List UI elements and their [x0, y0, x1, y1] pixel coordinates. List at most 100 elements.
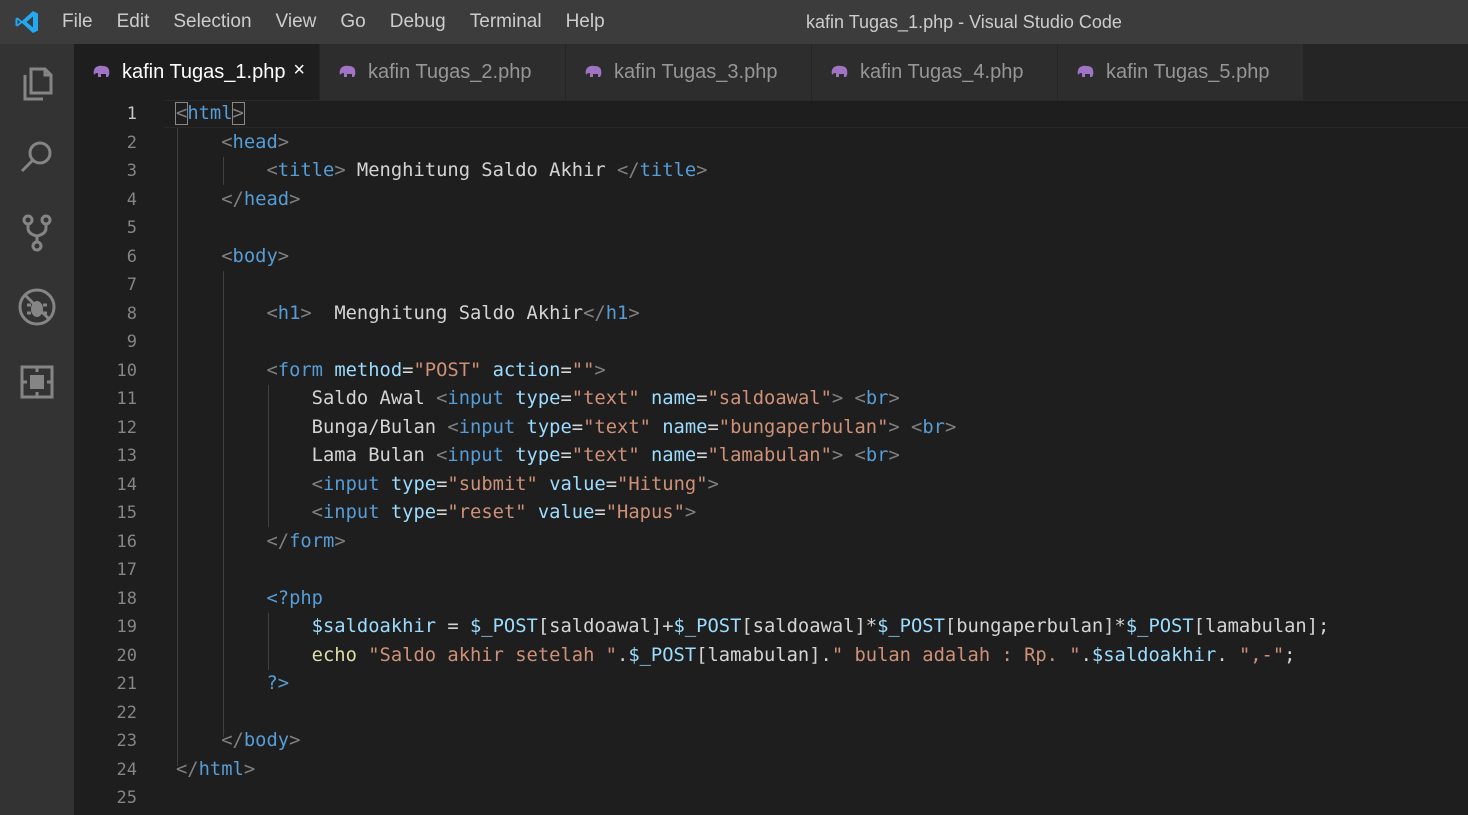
code-line[interactable]: echo "Saldo akhir setelah ".$_POST[lamab… [176, 642, 1296, 671]
code-token: < [447, 416, 459, 438]
code-token: input [447, 388, 504, 409]
code-token: form [289, 530, 335, 552]
code-line[interactable]: <title> Menghitung Saldo Akhir </title> [176, 157, 707, 186]
code-token: body [232, 245, 278, 267]
line-number: 7 [126, 275, 137, 295]
line-number: 1 [126, 104, 137, 124]
code-line[interactable]: </form> [176, 528, 345, 557]
tab-label: kafin Tugas_3.php [614, 60, 778, 83]
code-token: = [436, 616, 470, 637]
code-line[interactable]: <h1> Menghitung Saldo Akhir</h1> [176, 300, 639, 329]
code-line[interactable]: <head> [176, 129, 289, 158]
line-number: 23 [116, 731, 137, 751]
line-number: 17 [116, 560, 137, 580]
code-token: "text" [571, 445, 640, 466]
code-line[interactable]: Bunga/Bulan <input type="text" name="bun… [176, 414, 957, 443]
tab-tugas-5[interactable]: kafin Tugas_5.php [1058, 44, 1304, 100]
code-token: < [436, 445, 448, 466]
code-token: > [243, 758, 256, 780]
code-token: > [231, 102, 245, 125]
code-line[interactable]: ?> [176, 670, 289, 699]
code-token: input [458, 416, 516, 438]
line-number: 11 [116, 389, 137, 409]
debug-icon[interactable] [15, 285, 59, 329]
title-bar: File Edit Selection View Go Debug Termin… [0, 0, 1468, 44]
code-token: < [176, 245, 233, 267]
code-token: <?php [176, 587, 323, 609]
line-number: 5 [126, 218, 137, 238]
tab-label: kafin Tugas_5.php [1106, 60, 1270, 83]
code-token: $_POST [1125, 616, 1194, 637]
code-token: = [696, 445, 708, 466]
extensions-icon[interactable] [15, 360, 59, 404]
code-token: value [549, 473, 606, 495]
code-token: < [174, 102, 189, 125]
code-line[interactable]: </html> [176, 756, 255, 785]
code-line[interactable]: <body> [176, 243, 289, 272]
code-token: $_POST [628, 644, 697, 666]
line-number: 6 [126, 246, 137, 267]
search-icon[interactable] [15, 135, 59, 179]
code-token: = [560, 359, 572, 381]
tab-tugas-1[interactable]: kafin Tugas_1.php × [74, 44, 320, 100]
code-token: echo [176, 644, 357, 666]
code-token: < [911, 416, 923, 438]
line-number: 14 [116, 474, 137, 495]
source-control-icon[interactable] [15, 210, 59, 254]
code-token: [saldoawal]+ [537, 616, 674, 637]
code-line[interactable]: <html> [174, 100, 245, 129]
code-token: < [436, 388, 448, 409]
code-line[interactable]: <input type="reset" value="Hapus"> [176, 499, 697, 528]
code-token: > [334, 160, 346, 181]
code-line[interactable]: </body> [176, 727, 300, 756]
code-token: > [594, 359, 606, 381]
close-icon[interactable]: × [293, 59, 305, 82]
code-token: < [854, 388, 866, 409]
tab-tugas-2[interactable]: kafin Tugas_2.php [320, 44, 566, 100]
code-token: = [402, 359, 414, 381]
php-elephant-icon [339, 65, 356, 77]
code-token: </ [617, 160, 640, 181]
code-token: = [436, 473, 448, 495]
code-token: $_POST [470, 616, 538, 637]
code-editor[interactable]: 1 2 3 4 5 6 7 8 9 10 11 12 13 14 15 16 17 18 19 20 21 22 23 24 2… [74, 100, 1468, 815]
code-line[interactable]: <input type="submit" value="Hitung"> [176, 471, 719, 500]
code-token: < [176, 302, 278, 324]
code-token: type [515, 445, 561, 466]
code-token: title [277, 160, 335, 181]
tab-label: kafin Tugas_2.php [368, 60, 532, 83]
code-line[interactable]: $saldoakhir = $_POST[saldoawal]+$_POST[s… [176, 613, 1330, 642]
code-token: < [176, 131, 233, 153]
line-number: 10 [116, 360, 137, 381]
explorer-icon[interactable] [15, 61, 59, 105]
code-token: html [198, 758, 244, 780]
code-token: > [831, 445, 844, 466]
code-token: </ [176, 730, 244, 751]
code-token: [lamabulan]. [696, 644, 832, 666]
code-line[interactable]: <form method="POST" action=""> [176, 357, 606, 386]
tab-tugas-3[interactable]: kafin Tugas_3.php [566, 44, 812, 100]
code-line[interactable]: Lama Bulan <input type="text" name="lama… [176, 442, 900, 471]
php-elephant-icon [93, 65, 110, 77]
line-number: 24 [116, 759, 137, 780]
code-token: input [447, 445, 504, 466]
code-token: h1 [605, 302, 629, 324]
code-token: input [323, 473, 380, 495]
line-number: 18 [116, 588, 137, 609]
code-token: "reset" [447, 502, 527, 523]
code-line[interactable]: Saldo Awal <input type="text" name="sald… [176, 385, 900, 414]
line-number: 21 [116, 674, 137, 694]
tab-tugas-4[interactable]: kafin Tugas_4.php [812, 44, 1058, 100]
code-line[interactable]: </head> [176, 186, 300, 215]
code-token: > [300, 302, 312, 324]
code-line[interactable]: <?php [176, 585, 323, 614]
code-token: name [662, 416, 708, 438]
code-token: > [944, 416, 957, 438]
